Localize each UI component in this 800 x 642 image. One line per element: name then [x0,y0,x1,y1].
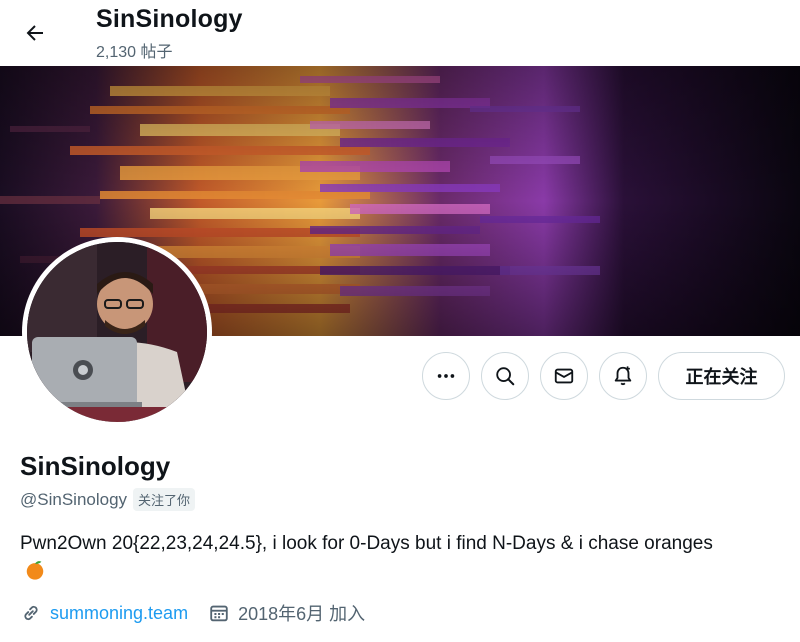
profile-avatar[interactable] [22,237,212,427]
link-icon [24,605,38,621]
profile-handle: @SinSinology [20,489,128,509]
profile-display-name: SinSinology [20,451,171,481]
message-icon [554,368,574,384]
bio-text: Pwn2Own 20{22,23,24,24.5}, i look for 0-… [20,533,713,554]
orange-emoji [26,561,44,580]
follows-you-badge: 关注了你 [133,488,196,511]
more-icon [437,374,455,378]
profile-bio: Pwn2Own 20{22,23,24,24.5}, i look for 0-… [20,530,740,586]
website-link[interactable]: summoning.team [50,603,188,624]
more-button[interactable] [422,352,470,400]
following-button[interactable]: 正在关注 [658,352,785,400]
back-arrow-icon [26,25,43,41]
joined-date: 2018年6月 加入 [238,604,366,624]
handle-row: @SinSinology 关注了你 [20,488,196,511]
joined-item: 2018年6月 加入 [208,600,365,626]
calendar-icon [210,605,228,622]
search-icon [496,367,515,386]
header-display-name: SinSinology [96,5,243,33]
profile-meta: summoning.team 2018年6月 加入 [20,600,385,626]
search-profile-button[interactable] [481,352,529,400]
notification-bell-icon [614,366,632,386]
message-button[interactable] [540,352,588,400]
avatar-image [27,242,207,422]
top-bar: SinSinology 2,130 帖子 [0,0,800,66]
notifications-button[interactable] [599,352,647,400]
website-item: summoning.team [20,602,188,624]
header-post-count: 2,130 帖子 [96,44,173,61]
back-button[interactable] [16,14,54,52]
